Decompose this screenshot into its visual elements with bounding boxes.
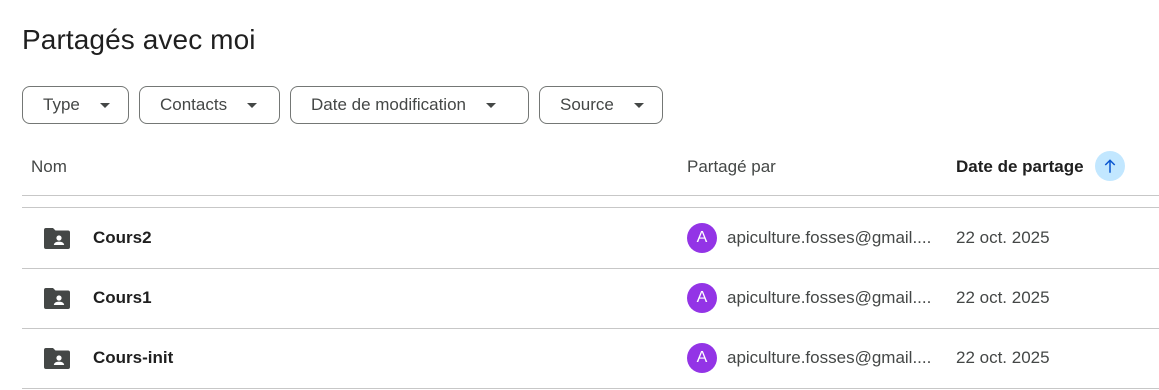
filter-contacts-button[interactable]: Contacts — [139, 86, 280, 124]
column-header-name[interactable]: Nom — [31, 157, 67, 177]
table-row[interactable]: Cours1 A apiculture.fosses@gmail.... 22 … — [22, 268, 1159, 329]
filter-source-label: Source — [560, 95, 614, 114]
file-name: Cours-init — [93, 348, 174, 367]
caret-down-icon — [633, 102, 644, 108]
caret-down-icon — [99, 102, 110, 108]
shared-by-email: apiculture.fosses@gmail.... — [727, 348, 932, 367]
filter-contacts-label: Contacts — [160, 95, 228, 114]
table-row[interactable]: Cours2 A apiculture.fosses@gmail.... 22 … — [22, 208, 1159, 269]
table-header: Nom Partagé par Date de partage — [22, 140, 1159, 196]
filter-type-label: Type — [43, 95, 80, 114]
avatar: A — [687, 343, 717, 373]
column-header-shared-by[interactable]: Partagé par — [687, 157, 776, 177]
filter-bar: Type Contacts Date de modification Sourc… — [22, 86, 663, 124]
caret-down-icon — [247, 102, 258, 108]
filter-modified-date-button[interactable]: Date de modification — [290, 86, 529, 124]
shared-by-email: apiculture.fosses@gmail.... — [727, 288, 932, 307]
file-name: Cours1 — [93, 288, 152, 307]
file-name: Cours2 — [93, 228, 152, 247]
caret-down-icon — [485, 102, 496, 108]
shared-folder-icon — [44, 228, 70, 249]
shared-by-email: apiculture.fosses@gmail.... — [727, 228, 932, 247]
column-header-share-date[interactable]: Date de partage — [956, 157, 1084, 177]
share-date: 22 oct. 2025 — [956, 348, 1050, 367]
share-date: 22 oct. 2025 — [956, 288, 1050, 307]
avatar: A — [687, 283, 717, 313]
filter-modified-date-label: Date de modification — [311, 95, 466, 114]
shared-folder-icon — [44, 288, 70, 309]
filter-source-button[interactable]: Source — [539, 86, 663, 124]
page-title: Partagés avec moi — [22, 24, 256, 55]
table-row[interactable]: Cours-init A apiculture.fosses@gmail....… — [22, 328, 1159, 389]
shared-folder-icon — [44, 348, 70, 369]
share-date: 22 oct. 2025 — [956, 228, 1050, 247]
arrow-up-icon — [1104, 159, 1116, 173]
avatar: A — [687, 223, 717, 253]
filter-type-button[interactable]: Type — [22, 86, 129, 124]
sort-direction-button[interactable] — [1095, 151, 1125, 181]
